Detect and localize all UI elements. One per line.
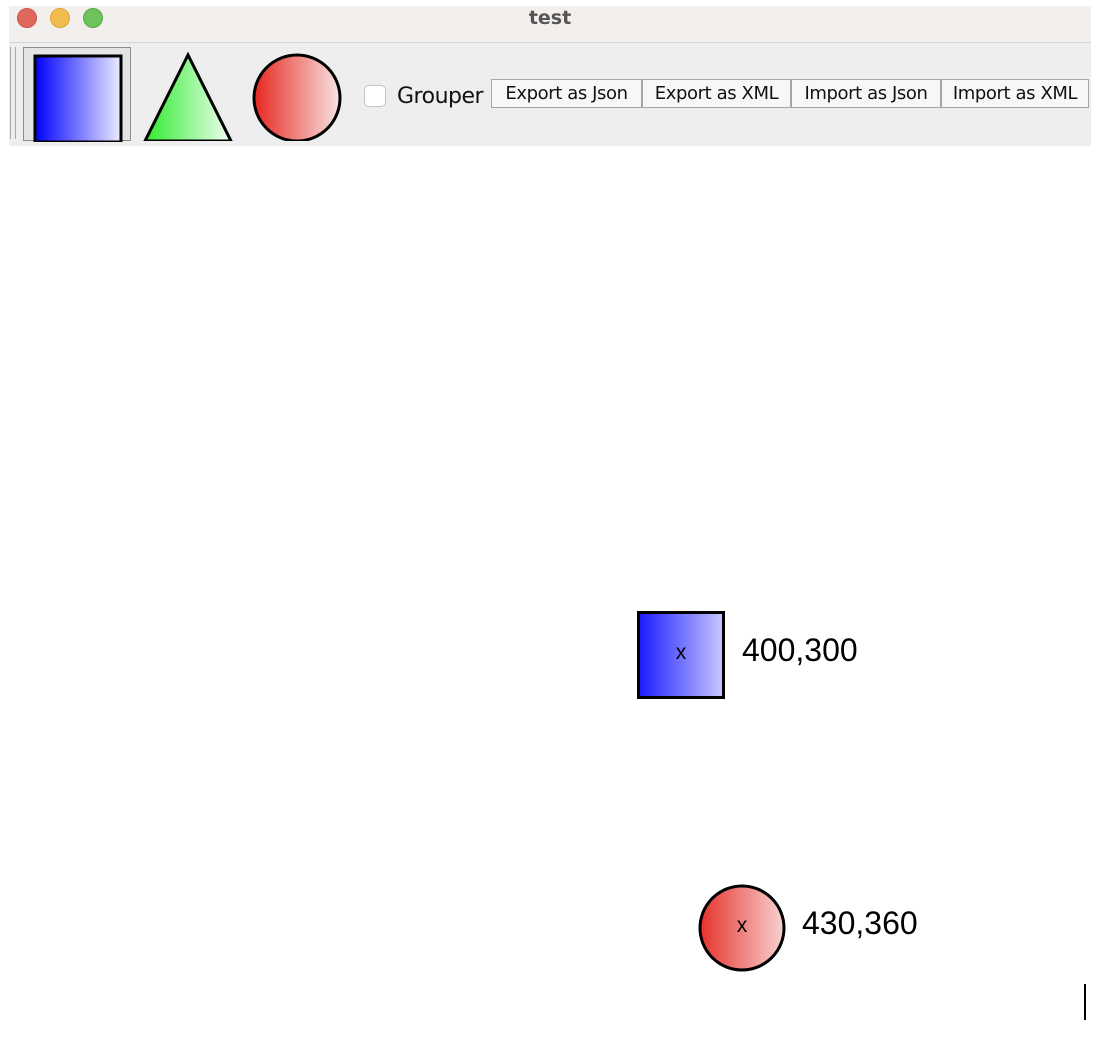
circle-icon bbox=[252, 53, 342, 141]
grouper-checkbox[interactable] bbox=[364, 85, 386, 107]
shape-marker: x bbox=[736, 914, 748, 937]
rectangle-tool-button[interactable] bbox=[23, 47, 131, 142]
export-json-button[interactable]: Export as Json bbox=[491, 79, 642, 108]
export-xml-button[interactable]: Export as XML bbox=[642, 79, 791, 108]
triangle-tool-button[interactable] bbox=[131, 47, 239, 141]
window-title: test bbox=[528, 7, 572, 29]
square-icon bbox=[33, 54, 123, 142]
toolbar-grip-handle[interactable] bbox=[10, 47, 16, 139]
grouper-toggle[interactable]: Grouper bbox=[364, 83, 484, 109]
shape-marker: x bbox=[675, 641, 687, 664]
circle-position-label: 430,360 bbox=[802, 905, 918, 941]
rectangle-position-label: 400,300 bbox=[742, 632, 858, 668]
text-cursor bbox=[1084, 984, 1086, 1020]
toolbar: Grouper Export as Json Export as XML Imp… bbox=[9, 43, 1091, 146]
canvas-circle-shape[interactable]: x bbox=[698, 884, 786, 972]
triangle-icon bbox=[143, 51, 233, 141]
title-bar: test bbox=[9, 6, 1091, 43]
drawing-canvas[interactable]: x 400,300 x 430,360 bbox=[9, 146, 1091, 1058]
circle-tool-button[interactable] bbox=[239, 47, 347, 141]
canvas-rectangle-shape[interactable]: x bbox=[637, 611, 725, 699]
grouper-label: Grouper bbox=[397, 83, 484, 109]
import-json-button[interactable]: Import as Json bbox=[791, 79, 941, 108]
import-xml-button[interactable]: Import as XML bbox=[941, 79, 1089, 108]
app-window: test Grouper Export as Json Export as XM… bbox=[9, 6, 1091, 1058]
